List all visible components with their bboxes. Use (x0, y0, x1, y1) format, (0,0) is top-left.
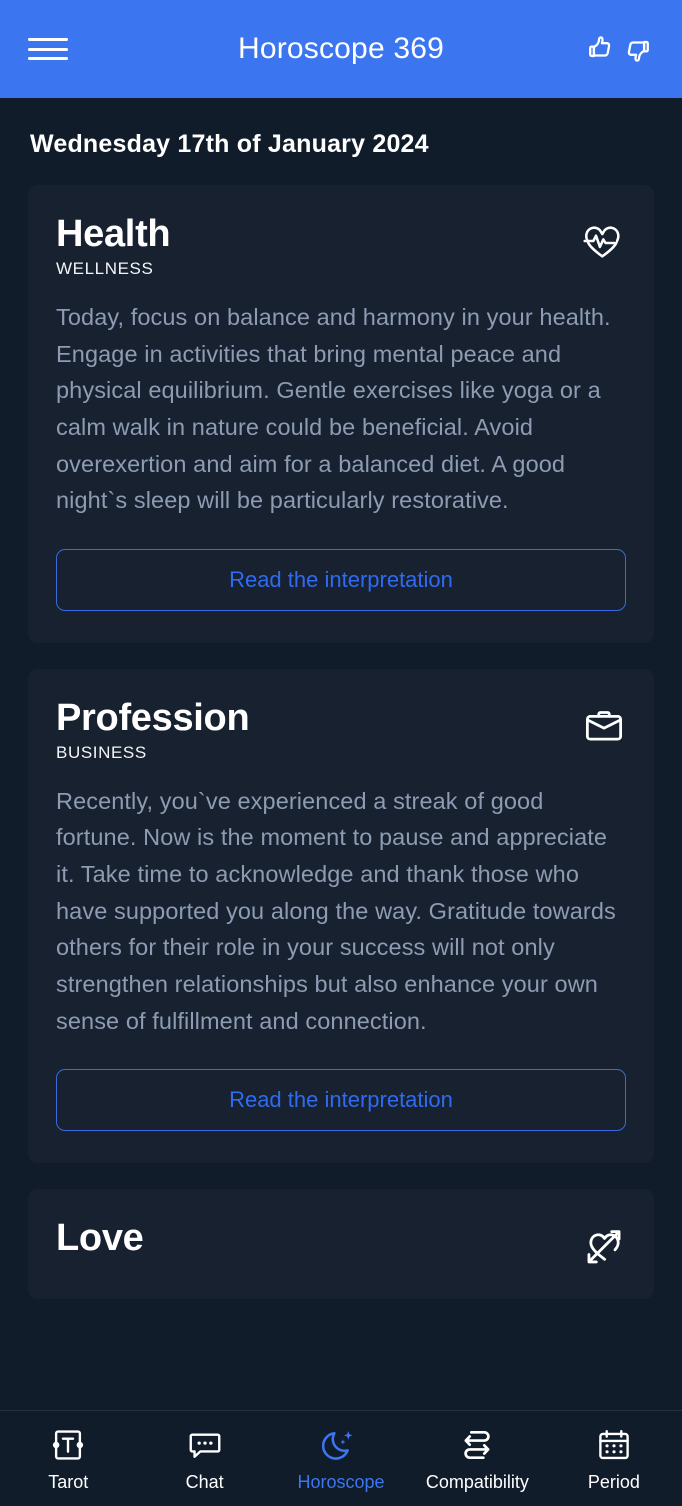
briefcase-icon (582, 699, 626, 747)
read-interpretation-button[interactable]: Read the interpretation (56, 548, 626, 611)
current-date: Wednesday 17th of January 2024 (30, 130, 429, 158)
nav-label: Chat (185, 1472, 224, 1492)
bottom-navigation: Tarot Chat Horoscope Compatibility Perio… (0, 1410, 682, 1506)
moon-sparkle-icon (322, 1426, 360, 1464)
nav-item-period[interactable]: Period (546, 1426, 682, 1491)
tarot-card-icon (49, 1426, 87, 1464)
card-title-group: Profession BUSINESS (56, 696, 250, 763)
nav-label: Horoscope (297, 1472, 385, 1492)
nav-item-compatibility[interactable]: Compatibility (409, 1426, 545, 1491)
card-title: Health (56, 213, 171, 255)
hamburger-menu-icon[interactable] (28, 34, 68, 64)
chat-bubble-icon (186, 1426, 224, 1464)
heart-pulse-icon (582, 215, 626, 263)
horoscope-card-health: Health WELLNESS Today, focus on balance … (28, 185, 654, 643)
horoscope-card-love: Love (28, 1189, 654, 1300)
card-title-group: Love (56, 1217, 144, 1260)
card-header: Profession BUSINESS (56, 696, 626, 763)
nav-item-chat[interactable]: Chat (136, 1426, 272, 1491)
thumbs-down-icon[interactable] (620, 32, 654, 66)
swap-arrows-icon (458, 1426, 496, 1464)
nav-label: Period (587, 1472, 640, 1492)
calendar-icon (595, 1426, 633, 1464)
thumbs-up-icon[interactable] (584, 32, 618, 66)
nav-item-tarot[interactable]: Tarot (0, 1426, 136, 1491)
read-interpretation-button[interactable]: Read the interpretation (56, 1069, 626, 1132)
heart-arrow-icon (582, 1219, 626, 1267)
app-header: Horoscope 369 (0, 0, 682, 98)
card-header: Health WELLNESS (56, 213, 626, 279)
card-title-group: Health WELLNESS (56, 213, 171, 279)
card-subtitle: BUSINESS (56, 742, 147, 762)
header-actions (584, 32, 654, 66)
horoscope-card-profession: Profession BUSINESS Recently, you`ve exp… (28, 668, 654, 1164)
nav-label: Compatibility (425, 1472, 529, 1492)
card-subtitle: WELLNESS (56, 258, 154, 278)
card-text: Recently, you`ve experienced a streak of… (56, 787, 616, 1034)
date-row: Wednesday 17th of January 2024 (0, 98, 682, 185)
content-scroll-area[interactable]: Wednesday 17th of January 2024 Health WE… (0, 98, 682, 1410)
card-text: Today, focus on balance and harmony in y… (56, 303, 611, 514)
card-title: Profession (56, 696, 250, 739)
nav-label: Tarot (48, 1472, 89, 1492)
card-title: Love (56, 1217, 144, 1260)
card-header: Love (56, 1217, 626, 1267)
page-title: Horoscope 369 (237, 32, 445, 65)
nav-item-horoscope[interactable]: Horoscope (273, 1426, 409, 1491)
app-root: Horoscope 369 Wednesday 17th of January … (0, 0, 682, 1506)
